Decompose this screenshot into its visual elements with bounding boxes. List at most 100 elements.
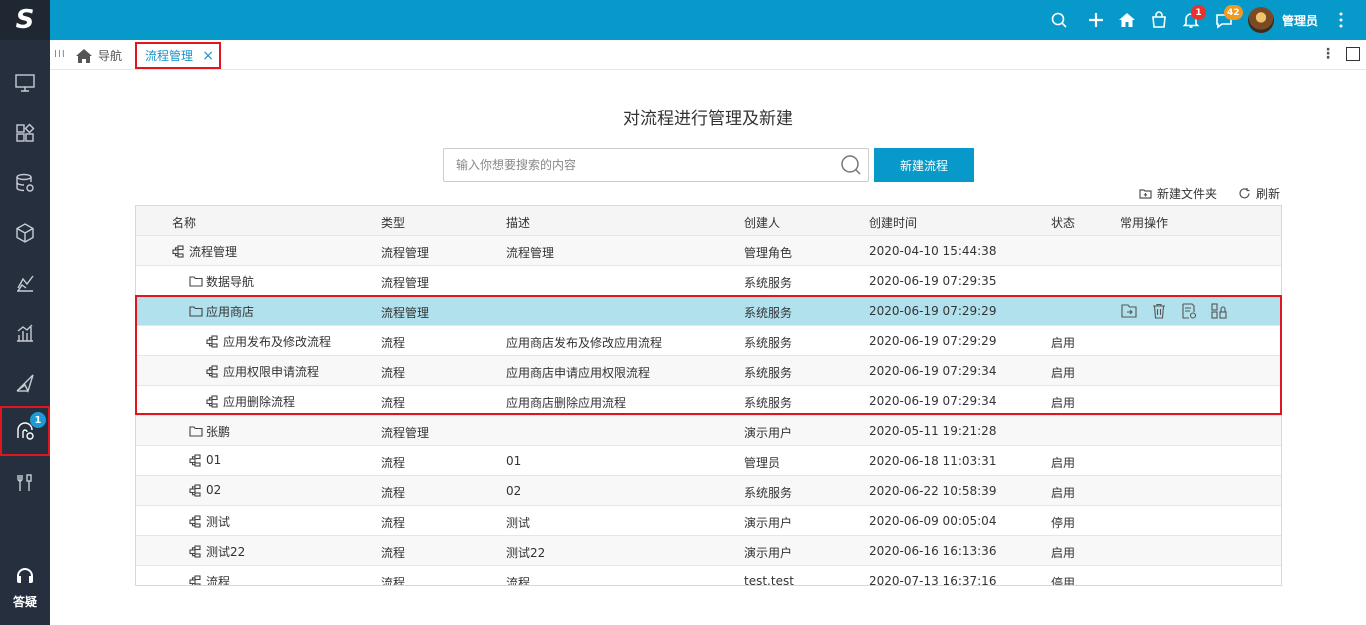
flow-icon xyxy=(189,575,201,585)
sidebar-item-database[interactable] xyxy=(0,158,50,208)
row-creator: test.test xyxy=(744,574,794,586)
flow-icon xyxy=(189,483,201,497)
row-desc: 测试 xyxy=(506,516,531,530)
sidebar-item-cube[interactable] xyxy=(0,208,50,258)
username[interactable]: 管理员 xyxy=(1282,12,1318,29)
home-button[interactable] xyxy=(1115,8,1139,32)
home-icon xyxy=(1119,13,1135,27)
table-row[interactable]: 流程 流程 流程 test.test 2020-07-13 16:37:16 停用 xyxy=(136,566,1281,586)
headset-icon xyxy=(17,568,33,583)
row-creator: 管理员 xyxy=(744,456,781,470)
row-name[interactable]: 张鹏 xyxy=(189,423,230,440)
sidebar-item-monitor[interactable] xyxy=(0,58,50,108)
add-button[interactable] xyxy=(1084,8,1108,32)
widgets-icon xyxy=(16,123,35,142)
tab-nav-label: 导航 xyxy=(98,49,123,63)
table-row[interactable]: 测试22 流程 测试22 演示用户 2020-06-16 16:13:36 启用 xyxy=(136,536,1281,566)
row-time: 2020-06-19 07:29:34 xyxy=(869,364,997,378)
table-row[interactable]: 数据导航 流程管理 系统服务 2020-06-19 07:29:35 xyxy=(136,266,1281,296)
table-row[interactable]: 应用权限申请流程 流程 应用商店申请应用权限流程 系统服务 2020-06-19 07:… xyxy=(136,356,1281,386)
trash-icon[interactable] xyxy=(1150,303,1168,319)
flow-icon xyxy=(206,335,218,348)
move-icon[interactable] xyxy=(1120,303,1138,319)
row-name-text: 应用发布及修改流程 xyxy=(223,335,332,349)
app-logo[interactable]: S xyxy=(0,0,50,40)
refresh-button[interactable]: 刷新 xyxy=(1238,185,1280,202)
row-name-text: 测试 xyxy=(206,515,231,529)
sidebar-item-chart[interactable] xyxy=(0,308,50,358)
new-folder-button[interactable]: 新建文件夹 xyxy=(1139,185,1217,202)
search-input[interactable] xyxy=(444,149,834,181)
flow-icon xyxy=(206,365,218,378)
table-row[interactable]: 01 流程 01 管理员 2020-06-18 11:03:31 启用 xyxy=(136,446,1281,476)
edit-icon[interactable] xyxy=(1180,303,1198,319)
row-name-text: 应用商店 xyxy=(206,305,255,319)
sidebar-item-tools[interactable] xyxy=(0,458,50,508)
row-name[interactable]: 应用发布及修改流程 xyxy=(206,333,331,350)
row-name[interactable]: 流程管理 xyxy=(172,243,237,260)
maximize-icon[interactable] xyxy=(1346,47,1360,61)
row-name[interactable]: 应用删除流程 xyxy=(206,393,295,410)
row-name[interactable]: 应用商店 xyxy=(189,303,254,320)
sidebar-item-analysis[interactable] xyxy=(0,258,50,308)
sidebar-item-widgets[interactable] xyxy=(0,108,50,158)
row-creator: 演示用户 xyxy=(744,546,793,560)
more-menu-button[interactable] xyxy=(1329,8,1353,32)
row-type: 流程 xyxy=(381,516,406,530)
process-table: 名称 类型 描述 创建人 创建时间 状态 常用操作 流程管理 流程管理 流程管理 管理… xyxy=(135,205,1282,586)
row-name[interactable]: 测试 xyxy=(189,513,230,530)
notifications-button[interactable]: 1 xyxy=(1179,5,1206,32)
tab-close-icon[interactable]: × xyxy=(202,48,214,64)
table-row[interactable]: 流程管理 流程管理 流程管理 管理角色 2020-04-10 15:44:38 xyxy=(136,236,1281,266)
table-row[interactable]: 应用发布及修改流程 流程 应用商店发布及修改应用流程 系统服务 2020-06-19 0… xyxy=(136,326,1281,356)
sidebar-item-workflow[interactable]: 1 xyxy=(0,406,50,456)
flow-icon xyxy=(189,545,201,558)
row-name[interactable]: 流程 xyxy=(189,573,230,585)
row-time: 2020-07-13 16:37:16 xyxy=(869,574,997,586)
flow-icon xyxy=(189,515,201,528)
row-name[interactable]: 应用权限申请流程 xyxy=(206,363,319,380)
table-row[interactable]: 应用删除流程 流程 应用商店删除应用流程 系统服务 2020-06-19 07:29:3… xyxy=(136,386,1281,416)
folder-icon xyxy=(189,426,203,437)
bar-chart-icon xyxy=(17,324,33,342)
row-name-text: 数据导航 xyxy=(206,275,255,289)
tab-more-icon[interactable]: ⋮ xyxy=(1321,46,1335,62)
sidebar-item-send[interactable] xyxy=(0,358,50,408)
row-name-text: 01 xyxy=(206,453,222,467)
permission-icon[interactable] xyxy=(1210,303,1228,319)
help-button[interactable]: 答疑 xyxy=(0,566,50,610)
avatar[interactable] xyxy=(1248,7,1274,33)
row-name[interactable]: 02 xyxy=(189,483,221,497)
search-icon xyxy=(1051,12,1067,28)
row-status: 启用 xyxy=(1051,336,1076,350)
store-button[interactable] xyxy=(1147,8,1171,32)
table-row[interactable]: 02 流程 02 系统服务 2020-06-22 10:58:39 启用 xyxy=(136,476,1281,506)
global-search-button[interactable] xyxy=(1047,8,1071,32)
row-status: 停用 xyxy=(1051,576,1076,586)
page-title: 对流程进行管理及新建 xyxy=(623,109,793,129)
table-row[interactable]: 张鹏 流程管理 演示用户 2020-05-11 19:21:28 xyxy=(136,416,1281,446)
row-status: 启用 xyxy=(1051,366,1076,380)
row-time: 2020-06-19 07:29:35 xyxy=(869,274,997,288)
column-header-desc: 描述 xyxy=(506,216,531,230)
tab-process-management[interactable]: 流程管理 × xyxy=(135,42,221,69)
row-desc: 测试22 xyxy=(506,546,546,560)
messages-button[interactable]: 42 xyxy=(1212,5,1243,32)
search-icon[interactable] xyxy=(840,154,862,176)
row-name[interactable]: 测试22 xyxy=(189,543,245,560)
flow-icon xyxy=(189,453,201,467)
row-time: 2020-06-18 11:03:31 xyxy=(869,454,997,468)
column-header-ops: 常用操作 xyxy=(1120,216,1169,230)
flow-icon xyxy=(172,245,184,258)
row-name[interactable]: 01 xyxy=(189,453,221,467)
analysis-icon xyxy=(17,275,34,292)
row-name[interactable]: 数据导航 xyxy=(189,273,254,290)
row-creator: 系统服务 xyxy=(744,366,793,380)
flow-icon xyxy=(206,395,218,408)
table-row[interactable]: 应用商店 流程管理 系统服务 2020-06-19 07:29:29 xyxy=(136,296,1281,326)
new-process-button[interactable]: 新建流程 xyxy=(874,148,974,182)
table-row[interactable]: 测试 流程 测试 演示用户 2020-06-09 00:05:04 停用 xyxy=(136,506,1281,536)
tab-nav[interactable]: 导航 xyxy=(76,47,122,64)
row-desc: 应用商店申请应用权限流程 xyxy=(506,366,651,380)
tab-list-icon[interactable]: III xyxy=(54,49,66,60)
